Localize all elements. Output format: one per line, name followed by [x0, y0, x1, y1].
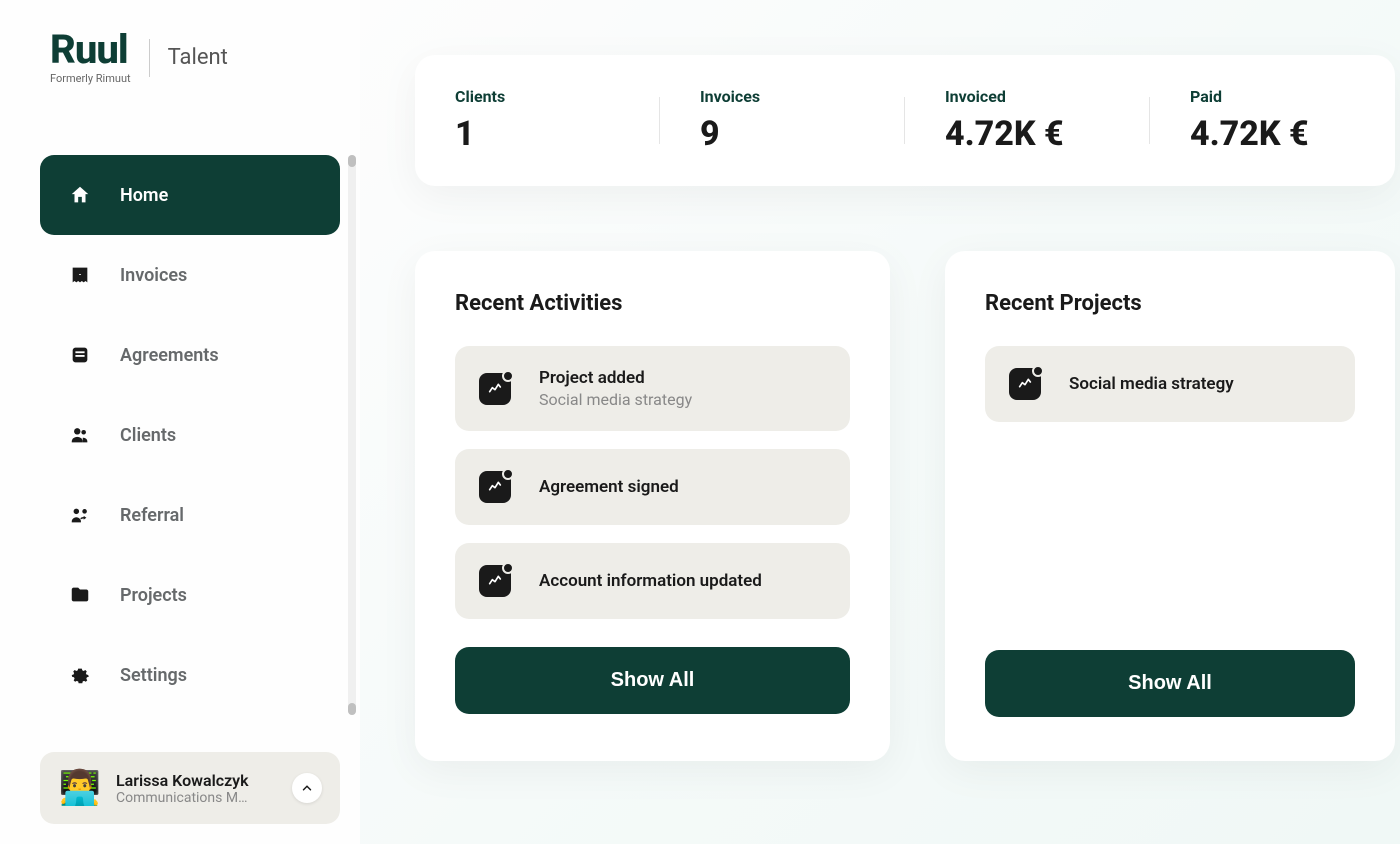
sidebar-item-label: Projects [120, 585, 187, 606]
sidebar-item-label: Referral [120, 505, 184, 526]
project-item[interactable]: Social media strategy [985, 346, 1355, 422]
card-title: Recent Projects [985, 291, 1355, 316]
stat-value: 1 [455, 114, 620, 154]
stats-bar: Clients 1 Invoices 9 Invoiced 4.72K € Pa… [415, 55, 1395, 186]
brand-name: Ruul [50, 30, 131, 70]
stat-clients: Clients 1 [415, 87, 660, 154]
profile-name: Larissa Kowalczyk [116, 771, 278, 790]
sidebar-item-label: Agreements [120, 345, 219, 366]
activity-item[interactable]: Project added Social media strategy [455, 346, 850, 431]
project-icon [1009, 368, 1041, 400]
divider [149, 39, 150, 77]
activity-item[interactable]: Agreement signed [455, 449, 850, 525]
agreements-icon [68, 343, 92, 367]
scrollbar-thumb-top[interactable] [348, 155, 356, 167]
profile-toggle-button[interactable] [292, 773, 322, 803]
invoice-icon [68, 263, 92, 287]
sidebar-item-label: Invoices [120, 265, 187, 286]
profile-card[interactable]: 👨‍💻 Larissa Kowalczyk Communications M… [40, 752, 340, 824]
stat-invoiced: Invoiced 4.72K € [905, 87, 1150, 154]
activity-title: Project added [539, 368, 826, 388]
stat-label: Invoiced [945, 87, 1110, 106]
projects-icon [68, 583, 92, 607]
sidebar-item-invoices[interactable]: Invoices [40, 235, 340, 315]
referral-icon [68, 503, 92, 527]
stat-value: 4.72K € [1190, 114, 1355, 154]
sidebar-item-projects[interactable]: Projects [40, 555, 340, 635]
stat-value: 4.72K € [945, 114, 1110, 154]
brand-tagline: Formerly Rimuut [50, 72, 131, 85]
stat-invoices: Invoices 9 [660, 87, 905, 154]
activity-subtitle: Social media strategy [539, 390, 826, 409]
activity-item[interactable]: Account information updated [455, 543, 850, 619]
avatar: 👨‍💻 [58, 766, 102, 810]
nav-scrollbar[interactable] [348, 155, 356, 715]
sidebar-item-clients[interactable]: Clients [40, 395, 340, 475]
activity-icon [479, 471, 511, 503]
stat-label: Invoices [700, 87, 865, 106]
activity-title: Agreement signed [539, 477, 826, 497]
card-title: Recent Activities [455, 291, 850, 316]
show-all-activities-button[interactable]: Show All [455, 647, 850, 714]
sidebar-item-label: Settings [120, 665, 187, 686]
profile-role: Communications M… [116, 790, 278, 806]
clients-icon [68, 423, 92, 447]
chevron-up-icon [300, 781, 314, 795]
logo-area: Ruul Formerly Rimuut Talent [50, 30, 340, 85]
nav: Home Invoices Agreements Clients [40, 155, 340, 715]
recent-activities-card: Recent Activities Project added Social m… [415, 251, 890, 761]
stat-label: Clients [455, 87, 620, 106]
show-all-projects-button[interactable]: Show All [985, 650, 1355, 717]
sidebar-item-label: Clients [120, 425, 176, 446]
sidebar-item-referral[interactable]: Referral [40, 475, 340, 555]
sidebar: Ruul Formerly Rimuut Talent Home Invoice… [0, 0, 360, 844]
main-content: Clients 1 Invoices 9 Invoiced 4.72K € Pa… [360, 0, 1400, 844]
scrollbar-thumb-bottom[interactable] [348, 703, 356, 715]
sidebar-item-label: Home [120, 185, 168, 206]
activity-icon [479, 565, 511, 597]
settings-icon [68, 663, 92, 687]
sidebar-item-home[interactable]: Home [40, 155, 340, 235]
sidebar-item-agreements[interactable]: Agreements [40, 315, 340, 395]
activity-title: Account information updated [539, 571, 826, 591]
brand-section: Talent [168, 45, 228, 70]
stat-paid: Paid 4.72K € [1150, 87, 1395, 154]
stat-value: 9 [700, 114, 865, 154]
recent-projects-card: Recent Projects Social media strategy Sh… [945, 251, 1395, 761]
activity-icon [479, 373, 511, 405]
home-icon [68, 183, 92, 207]
project-title: Social media strategy [1069, 374, 1331, 394]
stat-label: Paid [1190, 87, 1355, 106]
sidebar-item-settings[interactable]: Settings [40, 635, 340, 715]
